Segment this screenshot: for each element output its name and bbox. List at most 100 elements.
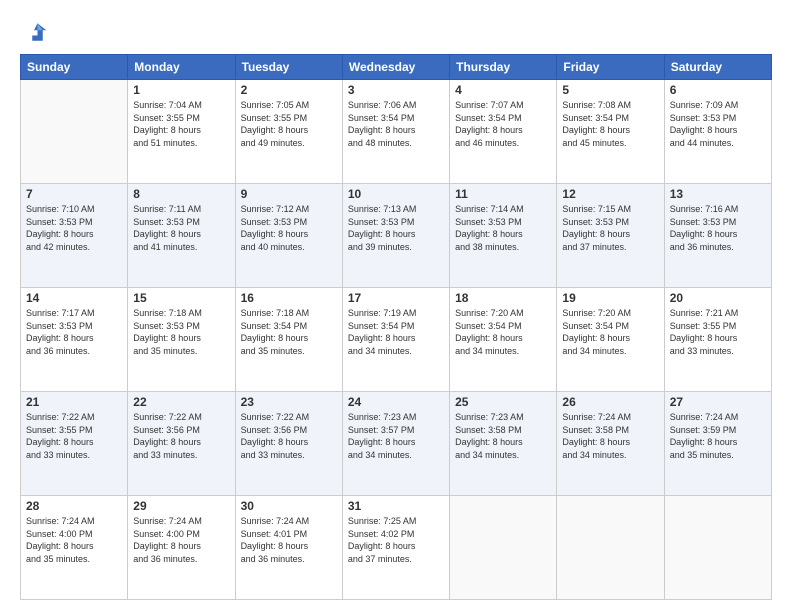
calendar-cell: 7Sunrise: 7:10 AM Sunset: 3:53 PM Daylig… <box>21 184 128 288</box>
calendar-cell: 31 Sunrise: 7:25 AM Sunset: 4:02 PM Dayli… <box>342 496 449 600</box>
calendar-cell: 13Sunrise: 7:16 AM Sunset: 3:53 PM Dayli… <box>664 184 771 288</box>
calendar-cell: 23 Sunrise: 7:22 AM Sunset: 3:56 PM Dayli… <box>235 392 342 496</box>
calendar-cell: 11 Sunrise: 7:14 AM Sunset: 3:53 PM Dayli… <box>450 184 557 288</box>
day-info: Sunrise: 7:07 AM Sunset: 3:54 PM Dayligh… <box>455 99 551 149</box>
logo <box>20 18 52 46</box>
day-info: Sunrise: 7:22 AM Sunset: 3:56 PM Dayligh… <box>241 411 337 461</box>
day-info: Sunrise: 7:10 AM Sunset: 3:53 PM Dayligh… <box>26 203 122 253</box>
calendar-cell: 28 Sunrise: 7:24 AM Sunset: 4:00 PM Dayli… <box>21 496 128 600</box>
day-number: 20 <box>670 291 766 305</box>
day-info: Sunrise: 7:11 AM Sunset: 3:53 PM Dayligh… <box>133 203 229 253</box>
day-number: 31 <box>348 499 444 513</box>
day-info: Sunrise: 7:20 AM Sunset: 3:54 PM Dayligh… <box>455 307 551 357</box>
calendar-cell: 20 Sunrise: 7:21 AM Sunset: 3:55 PM Dayli… <box>664 288 771 392</box>
calendar-week-2: 7Sunrise: 7:10 AM Sunset: 3:53 PM Daylig… <box>21 184 772 288</box>
day-number: 9 <box>241 187 337 201</box>
day-header-sunday: Sunday <box>21 55 128 80</box>
calendar-week-5: 28 Sunrise: 7:24 AM Sunset: 4:00 PM Dayli… <box>21 496 772 600</box>
day-info: Sunrise: 7:21 AM Sunset: 3:55 PM Dayligh… <box>670 307 766 357</box>
day-info: Sunrise: 7:15 AM Sunset: 3:53 PM Dayligh… <box>562 203 658 253</box>
header <box>20 18 772 46</box>
day-info: Sunrise: 7:24 AM Sunset: 3:59 PM Dayligh… <box>670 411 766 461</box>
calendar-cell: 15Sunrise: 7:18 AM Sunset: 3:53 PM Dayli… <box>128 288 235 392</box>
day-number: 5 <box>562 83 658 97</box>
calendar-cell: 10 Sunrise: 7:13 AM Sunset: 3:53 PM Dayli… <box>342 184 449 288</box>
calendar-cell: 6Sunrise: 7:09 AM Sunset: 3:53 PM Daylig… <box>664 80 771 184</box>
day-info: Sunrise: 7:18 AM Sunset: 3:53 PM Dayligh… <box>133 307 229 357</box>
day-info: Sunrise: 7:24 AM Sunset: 4:01 PM Dayligh… <box>241 515 337 565</box>
day-header-friday: Friday <box>557 55 664 80</box>
logo-icon <box>20 18 48 46</box>
day-info: Sunrise: 7:22 AM Sunset: 3:56 PM Dayligh… <box>133 411 229 461</box>
day-number: 11 <box>455 187 551 201</box>
day-number: 27 <box>670 395 766 409</box>
day-info: Sunrise: 7:05 AM Sunset: 3:55 PM Dayligh… <box>241 99 337 149</box>
day-number: 26 <box>562 395 658 409</box>
day-info: Sunrise: 7:24 AM Sunset: 3:58 PM Dayligh… <box>562 411 658 461</box>
day-info: Sunrise: 7:24 AM Sunset: 4:00 PM Dayligh… <box>133 515 229 565</box>
day-number: 2 <box>241 83 337 97</box>
day-number: 24 <box>348 395 444 409</box>
day-number: 16 <box>241 291 337 305</box>
day-info: Sunrise: 7:04 AM Sunset: 3:55 PM Dayligh… <box>133 99 229 149</box>
day-info: Sunrise: 7:24 AM Sunset: 4:00 PM Dayligh… <box>26 515 122 565</box>
day-number: 22 <box>133 395 229 409</box>
calendar-week-4: 21 Sunrise: 7:22 AM Sunset: 3:55 PM Dayli… <box>21 392 772 496</box>
day-header-wednesday: Wednesday <box>342 55 449 80</box>
calendar-cell: 14 Sunrise: 7:17 AM Sunset: 3:53 PM Dayli… <box>21 288 128 392</box>
calendar-cell <box>450 496 557 600</box>
day-info: Sunrise: 7:20 AM Sunset: 3:54 PM Dayligh… <box>562 307 658 357</box>
day-number: 21 <box>26 395 122 409</box>
calendar-cell: 22 Sunrise: 7:22 AM Sunset: 3:56 PM Dayli… <box>128 392 235 496</box>
day-number: 14 <box>26 291 122 305</box>
day-info: Sunrise: 7:18 AM Sunset: 3:54 PM Dayligh… <box>241 307 337 357</box>
day-number: 13 <box>670 187 766 201</box>
day-number: 19 <box>562 291 658 305</box>
day-header-tuesday: Tuesday <box>235 55 342 80</box>
calendar-cell: 25 Sunrise: 7:23 AM Sunset: 3:58 PM Dayli… <box>450 392 557 496</box>
calendar-cell: 1 Sunrise: 7:04 AM Sunset: 3:55 PM Daylig… <box>128 80 235 184</box>
calendar-cell: 8 Sunrise: 7:11 AM Sunset: 3:53 PM Daylig… <box>128 184 235 288</box>
day-number: 25 <box>455 395 551 409</box>
calendar-cell: 4Sunrise: 7:07 AM Sunset: 3:54 PM Daylig… <box>450 80 557 184</box>
calendar-header-row: SundayMondayTuesdayWednesdayThursdayFrid… <box>21 55 772 80</box>
calendar-cell: 16 Sunrise: 7:18 AM Sunset: 3:54 PM Dayli… <box>235 288 342 392</box>
day-info: Sunrise: 7:22 AM Sunset: 3:55 PM Dayligh… <box>26 411 122 461</box>
day-number: 1 <box>133 83 229 97</box>
calendar-cell: 18 Sunrise: 7:20 AM Sunset: 3:54 PM Dayli… <box>450 288 557 392</box>
page: SundayMondayTuesdayWednesdayThursdayFrid… <box>0 0 792 612</box>
day-header-saturday: Saturday <box>664 55 771 80</box>
day-number: 8 <box>133 187 229 201</box>
day-number: 10 <box>348 187 444 201</box>
day-number: 12 <box>562 187 658 201</box>
day-info: Sunrise: 7:17 AM Sunset: 3:53 PM Dayligh… <box>26 307 122 357</box>
calendar-cell: 24 Sunrise: 7:23 AM Sunset: 3:57 PM Dayli… <box>342 392 449 496</box>
day-number: 17 <box>348 291 444 305</box>
day-info: Sunrise: 7:14 AM Sunset: 3:53 PM Dayligh… <box>455 203 551 253</box>
calendar-cell: 21 Sunrise: 7:22 AM Sunset: 3:55 PM Dayli… <box>21 392 128 496</box>
day-header-thursday: Thursday <box>450 55 557 80</box>
day-info: Sunrise: 7:23 AM Sunset: 3:57 PM Dayligh… <box>348 411 444 461</box>
calendar-week-1: 1 Sunrise: 7:04 AM Sunset: 3:55 PM Daylig… <box>21 80 772 184</box>
calendar-cell: 19 Sunrise: 7:20 AM Sunset: 3:54 PM Dayli… <box>557 288 664 392</box>
calendar-cell: 3 Sunrise: 7:06 AM Sunset: 3:54 PM Daylig… <box>342 80 449 184</box>
day-info: Sunrise: 7:19 AM Sunset: 3:54 PM Dayligh… <box>348 307 444 357</box>
calendar-cell <box>21 80 128 184</box>
day-number: 28 <box>26 499 122 513</box>
day-number: 18 <box>455 291 551 305</box>
day-number: 23 <box>241 395 337 409</box>
calendar-table: SundayMondayTuesdayWednesdayThursdayFrid… <box>20 54 772 600</box>
calendar-cell: 9Sunrise: 7:12 AM Sunset: 3:53 PM Daylig… <box>235 184 342 288</box>
day-info: Sunrise: 7:13 AM Sunset: 3:53 PM Dayligh… <box>348 203 444 253</box>
day-header-monday: Monday <box>128 55 235 80</box>
calendar-cell: 5 Sunrise: 7:08 AM Sunset: 3:54 PM Daylig… <box>557 80 664 184</box>
calendar-cell: 29Sunrise: 7:24 AM Sunset: 4:00 PM Dayli… <box>128 496 235 600</box>
day-info: Sunrise: 7:08 AM Sunset: 3:54 PM Dayligh… <box>562 99 658 149</box>
day-info: Sunrise: 7:25 AM Sunset: 4:02 PM Dayligh… <box>348 515 444 565</box>
calendar-cell: 30Sunrise: 7:24 AM Sunset: 4:01 PM Dayli… <box>235 496 342 600</box>
day-info: Sunrise: 7:06 AM Sunset: 3:54 PM Dayligh… <box>348 99 444 149</box>
day-number: 3 <box>348 83 444 97</box>
day-info: Sunrise: 7:23 AM Sunset: 3:58 PM Dayligh… <box>455 411 551 461</box>
calendar-cell <box>664 496 771 600</box>
calendar-cell: 12 Sunrise: 7:15 AM Sunset: 3:53 PM Dayli… <box>557 184 664 288</box>
